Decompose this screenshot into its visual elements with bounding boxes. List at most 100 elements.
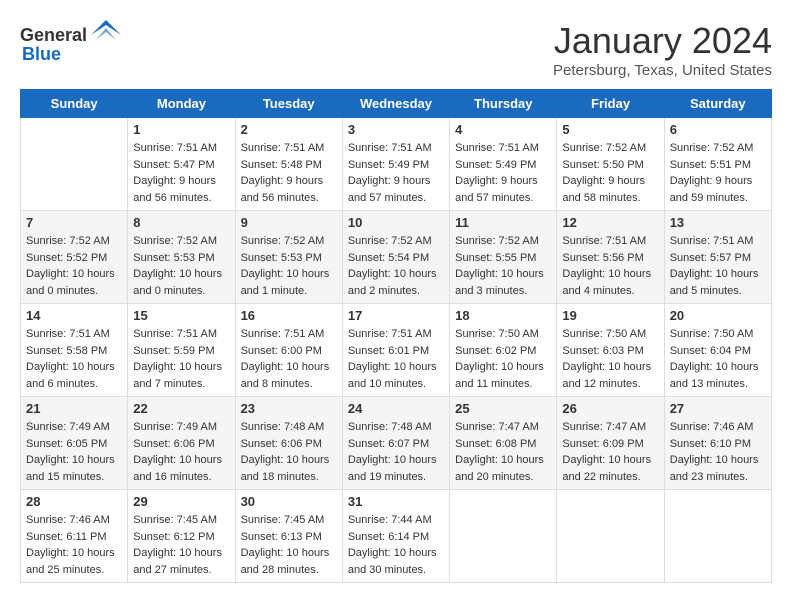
day-number: 27 [670, 401, 766, 416]
day-number: 15 [133, 308, 229, 323]
cell-content: Sunrise: 7:48 AMSunset: 6:07 PMDaylight:… [348, 419, 444, 485]
cell-content: Sunrise: 7:51 AMSunset: 6:01 PMDaylight:… [348, 326, 444, 392]
calendar-cell [557, 490, 664, 583]
calendar-cell: 8Sunrise: 7:52 AMSunset: 5:53 PMDaylight… [128, 211, 235, 304]
day-number: 8 [133, 215, 229, 230]
calendar-cell: 10Sunrise: 7:52 AMSunset: 5:54 PMDayligh… [342, 211, 449, 304]
title-block: January 2024 Petersburg, Texas, United S… [553, 20, 772, 79]
cell-content: Sunrise: 7:51 AMSunset: 5:49 PMDaylight:… [455, 140, 551, 206]
header-day-saturday: Saturday [664, 90, 771, 118]
calendar-cell: 6 Sunrise: 7:52 AMSunset: 5:51 PMDaylight… [664, 118, 771, 211]
month-title: January 2024 [553, 20, 772, 62]
calendar-cell: 23Sunrise: 7:48 AMSunset: 6:06 PMDayligh… [235, 397, 342, 490]
cell-content: Sunrise: 7:46 AMSunset: 6:11 PMDaylight:… [26, 512, 122, 578]
calendar-cell: 30 Sunrise: 7:45 AMSunset: 6:13 PMDayligh… [235, 490, 342, 583]
cell-content: Sunrise: 7:51 AMSunset: 5:58 PMDaylight:… [26, 326, 122, 392]
calendar-cell: 4 Sunrise: 7:51 AMSunset: 5:49 PMDaylight… [450, 118, 557, 211]
day-number: 9 [241, 215, 337, 230]
calendar-cell: 26 Sunrise: 7:47 AMSunset: 6:09 PMDayligh… [557, 397, 664, 490]
calendar-cell: 11 Sunrise: 7:52 AMSunset: 5:55 PMDayligh… [450, 211, 557, 304]
day-number: 28 [26, 494, 122, 509]
cell-content: Sunrise: 7:51 AMSunset: 5:47 PMDaylight:… [133, 140, 229, 206]
calendar-cell: 29 Sunrise: 7:45 AMSunset: 6:12 PMDayligh… [128, 490, 235, 583]
calendar-cell: 12 Sunrise: 7:51 AMSunset: 5:56 PMDayligh… [557, 211, 664, 304]
calendar-cell [450, 490, 557, 583]
calendar-cell: 19 Sunrise: 7:50 AMSunset: 6:03 PMDayligh… [557, 304, 664, 397]
cell-content: Sunrise: 7:51 AMSunset: 5:59 PMDaylight:… [133, 326, 229, 392]
day-number: 20 [670, 308, 766, 323]
cell-content: Sunrise: 7:51 AMSunset: 5:49 PMDaylight:… [348, 140, 444, 206]
day-number: 4 [455, 122, 551, 137]
cell-content: Sunrise: 7:45 AMSunset: 6:13 PMDaylight:… [241, 512, 337, 578]
day-number: 7 [26, 215, 122, 230]
day-number: 18 [455, 308, 551, 323]
day-number: 24 [348, 401, 444, 416]
day-number: 12 [562, 215, 658, 230]
day-number: 26 [562, 401, 658, 416]
cell-content: Sunrise: 7:45 AMSunset: 6:12 PMDaylight:… [133, 512, 229, 578]
calendar-cell: 13Sunrise: 7:51 AMSunset: 5:57 PMDayligh… [664, 211, 771, 304]
day-number: 6 [670, 122, 766, 137]
cell-content: Sunrise: 7:52 AMSunset: 5:55 PMDaylight:… [455, 233, 551, 299]
calendar-cell: 28 Sunrise: 7:46 AMSunset: 6:11 PMDayligh… [21, 490, 128, 583]
cell-content: Sunrise: 7:49 AMSunset: 6:06 PMDaylight:… [133, 419, 229, 485]
cell-content: Sunrise: 7:44 AMSunset: 6:14 PMDaylight:… [348, 512, 444, 578]
week-row-3: 14 Sunrise: 7:51 AMSunset: 5:58 PMDayligh… [21, 304, 772, 397]
week-row-2: 7Sunrise: 7:52 AMSunset: 5:52 PMDaylight… [21, 211, 772, 304]
day-number: 22 [133, 401, 229, 416]
calendar-cell: 22 Sunrise: 7:49 AMSunset: 6:06 PMDayligh… [128, 397, 235, 490]
day-number: 21 [26, 401, 122, 416]
header-day-wednesday: Wednesday [342, 90, 449, 118]
location-title: Petersburg, Texas, United States [553, 62, 772, 79]
day-number: 13 [670, 215, 766, 230]
calendar-cell: 2 Sunrise: 7:51 AMSunset: 5:48 PMDaylight… [235, 118, 342, 211]
calendar-cell: 3 Sunrise: 7:51 AMSunset: 5:49 PMDaylight… [342, 118, 449, 211]
day-number: 2 [241, 122, 337, 137]
day-number: 5 [562, 122, 658, 137]
day-number: 29 [133, 494, 229, 509]
cell-content: Sunrise: 7:50 AMSunset: 6:04 PMDaylight:… [670, 326, 766, 392]
calendar-header: SundayMondayTuesdayWednesdayThursdayFrid… [21, 90, 772, 118]
day-number: 25 [455, 401, 551, 416]
cell-content: Sunrise: 7:50 AMSunset: 6:03 PMDaylight:… [562, 326, 658, 392]
day-number: 23 [241, 401, 337, 416]
calendar-cell: 20 Sunrise: 7:50 AMSunset: 6:04 PMDayligh… [664, 304, 771, 397]
logo: General Blue [20, 20, 121, 65]
day-number: 19 [562, 308, 658, 323]
cell-content: Sunrise: 7:52 AMSunset: 5:54 PMDaylight:… [348, 233, 444, 299]
calendar-cell: 9Sunrise: 7:52 AMSunset: 5:53 PMDaylight… [235, 211, 342, 304]
calendar-body: 1Sunrise: 7:51 AMSunset: 5:47 PMDaylight… [21, 118, 772, 583]
calendar-cell: 24 Sunrise: 7:48 AMSunset: 6:07 PMDayligh… [342, 397, 449, 490]
calendar-cell: 25Sunrise: 7:47 AMSunset: 6:08 PMDayligh… [450, 397, 557, 490]
day-number: 3 [348, 122, 444, 137]
calendar-cell [21, 118, 128, 211]
calendar-cell: 16 Sunrise: 7:51 AMSunset: 6:00 PMDayligh… [235, 304, 342, 397]
cell-content: Sunrise: 7:46 AMSunset: 6:10 PMDaylight:… [670, 419, 766, 485]
header-day-sunday: Sunday [21, 90, 128, 118]
day-number: 16 [241, 308, 337, 323]
week-row-5: 28 Sunrise: 7:46 AMSunset: 6:11 PMDayligh… [21, 490, 772, 583]
calendar-cell: 5 Sunrise: 7:52 AMSunset: 5:50 PMDaylight… [557, 118, 664, 211]
cell-content: Sunrise: 7:47 AMSunset: 6:09 PMDaylight:… [562, 419, 658, 485]
day-number: 17 [348, 308, 444, 323]
cell-content: Sunrise: 7:51 AMSunset: 5:56 PMDaylight:… [562, 233, 658, 299]
cell-content: Sunrise: 7:49 AMSunset: 6:05 PMDaylight:… [26, 419, 122, 485]
cell-content: Sunrise: 7:51 AMSunset: 5:48 PMDaylight:… [241, 140, 337, 206]
calendar-cell: 15 Sunrise: 7:51 AMSunset: 5:59 PMDayligh… [128, 304, 235, 397]
cell-content: Sunrise: 7:52 AMSunset: 5:50 PMDaylight:… [562, 140, 658, 206]
calendar-cell: 21 Sunrise: 7:49 AMSunset: 6:05 PMDayligh… [21, 397, 128, 490]
calendar-cell: 18Sunrise: 7:50 AMSunset: 6:02 PMDayligh… [450, 304, 557, 397]
header-row: SundayMondayTuesdayWednesdayThursdayFrid… [21, 90, 772, 118]
calendar-cell: 17 Sunrise: 7:51 AMSunset: 6:01 PMDayligh… [342, 304, 449, 397]
day-number: 11 [455, 215, 551, 230]
cell-content: Sunrise: 7:52 AMSunset: 5:51 PMDaylight:… [670, 140, 766, 206]
logo-icon [91, 20, 121, 50]
page-header: General Blue January 2024 Petersburg, Te… [20, 20, 772, 79]
day-number: 30 [241, 494, 337, 509]
calendar-cell: 1Sunrise: 7:51 AMSunset: 5:47 PMDaylight… [128, 118, 235, 211]
header-day-friday: Friday [557, 90, 664, 118]
day-number: 14 [26, 308, 122, 323]
header-day-monday: Monday [128, 90, 235, 118]
calendar-cell: 27 Sunrise: 7:46 AMSunset: 6:10 PMDayligh… [664, 397, 771, 490]
cell-content: Sunrise: 7:51 AMSunset: 6:00 PMDaylight:… [241, 326, 337, 392]
